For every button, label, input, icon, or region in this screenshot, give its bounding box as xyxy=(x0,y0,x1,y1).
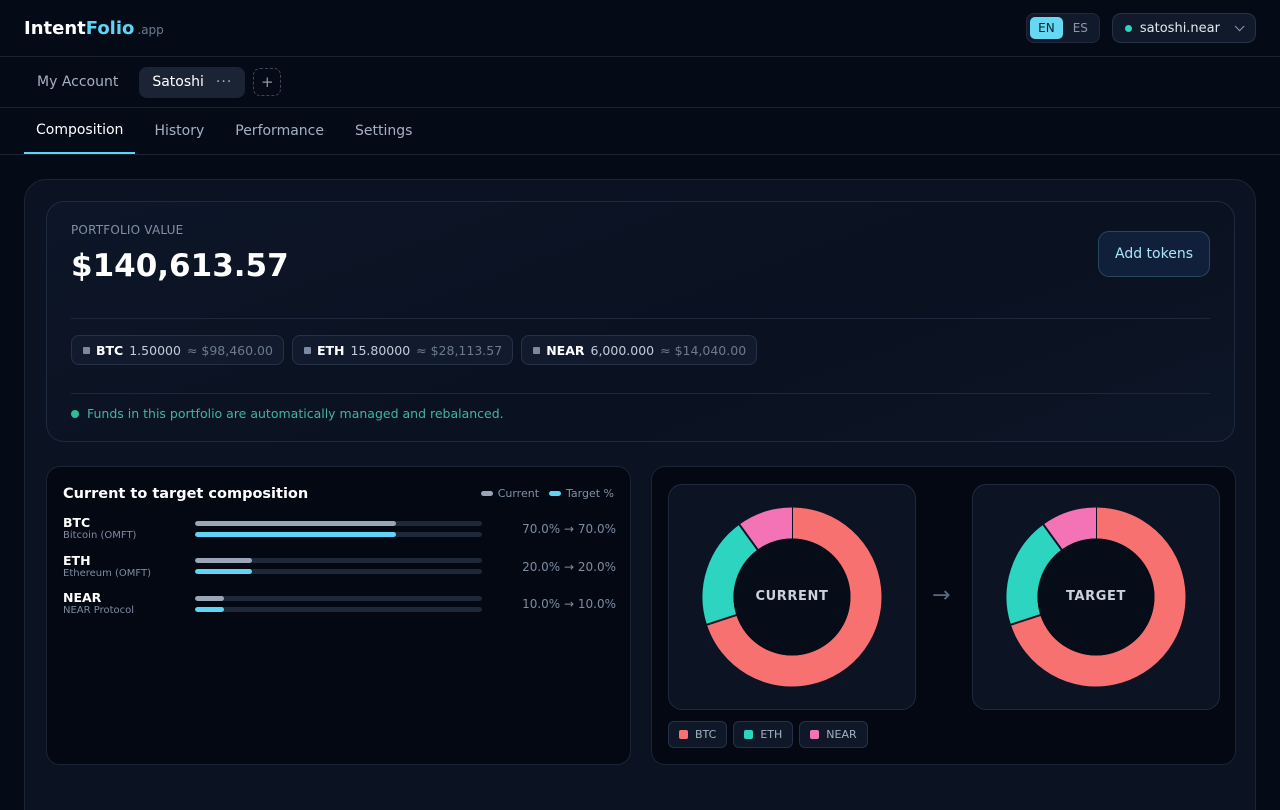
legend-target: Target % xyxy=(549,487,614,500)
holdings-list: BTC 1.50000 ≈ $98,460.00 ETH 15.80000 ≈ … xyxy=(71,335,758,365)
current-bar-track xyxy=(195,596,482,601)
legend-near[interactable]: NEAR xyxy=(799,721,868,748)
portfolio-value: $140,613.57 xyxy=(71,248,289,284)
asset-symbol: BTC xyxy=(63,515,91,530)
lang-en-button[interactable]: EN xyxy=(1030,17,1063,39)
tab-performance[interactable]: Performance xyxy=(223,108,336,154)
portfolio-tab-satoshi[interactable]: Satoshi ··· xyxy=(139,66,246,98)
portfolio-tab-label: Satoshi xyxy=(152,74,204,90)
tab-composition[interactable]: Composition xyxy=(24,108,136,154)
donut-panel: CURRENT → TARGET BTC ETH NEAR xyxy=(651,466,1236,765)
current-bar-track xyxy=(195,558,482,563)
holding-amount: 1.50000 xyxy=(129,342,181,358)
asset-name: NEAR Protocol xyxy=(63,605,135,616)
current-bar xyxy=(195,521,396,526)
current-donut-card: CURRENT xyxy=(668,484,916,710)
composition-row-eth: ETH Ethereum (OMFT) 20.0% → 20.0% xyxy=(63,553,616,583)
holding-usd: ≈ $14,040.00 xyxy=(660,342,747,358)
holding-chip-near: NEAR 6,000.000 ≈ $14,040.00 xyxy=(521,335,758,365)
brand-tld: .app xyxy=(137,22,164,37)
account-name: satoshi.near xyxy=(1139,20,1220,36)
legend-eth[interactable]: ETH xyxy=(733,721,794,748)
legend-swatch xyxy=(679,730,688,739)
target-donut-label: TARGET xyxy=(1066,589,1126,604)
allocation-percent: 20.0% → 20.0% xyxy=(522,560,616,574)
legend-swatch xyxy=(744,730,754,739)
plus-icon: + xyxy=(260,73,274,91)
chevron-down-icon xyxy=(1234,20,1245,31)
section-tabs: Composition History Performance Settings xyxy=(0,108,1280,155)
asset-name: Bitcoin (OMFT) xyxy=(63,530,137,541)
composition-panel: Current to target composition Current Ta… xyxy=(46,466,631,765)
legend-swatch xyxy=(810,730,820,739)
language-toggle: EN ES xyxy=(1026,13,1100,43)
managed-notice: Funds in this portfolio are automaticall… xyxy=(71,406,504,421)
target-bar xyxy=(195,607,224,612)
composition-row-btc: BTC Bitcoin (OMFT) 70.0% → 70.0% xyxy=(63,515,616,545)
brand-name: IntentFolio xyxy=(24,17,135,39)
current-donut-label: CURRENT xyxy=(755,589,829,604)
current-bar xyxy=(195,558,253,563)
donut-slice-near xyxy=(739,507,793,551)
add-portfolio-button[interactable]: + xyxy=(253,68,282,96)
composition-row-near: NEAR NEAR Protocol 10.0% → 10.0% xyxy=(63,590,616,620)
portfolio-value-label: PORTFOLIO VALUE xyxy=(71,223,184,237)
legend-btc[interactable]: BTC xyxy=(668,721,728,748)
top-header: IntentFolio .app EN ES satoshi.near xyxy=(0,0,1280,57)
target-donut-card: TARGET xyxy=(972,484,1220,710)
holding-usd: ≈ $98,460.00 xyxy=(186,342,273,358)
my-account-tab[interactable]: My Account xyxy=(24,68,131,96)
target-bar-track xyxy=(195,569,482,574)
legend-current-swatch xyxy=(480,491,493,496)
asset-name: Ethereum (OMFT) xyxy=(63,568,152,579)
holding-usd: ≈ $28,113.57 xyxy=(416,342,503,358)
composition-legend: Current Target % xyxy=(480,487,614,500)
target-bar xyxy=(195,569,253,574)
target-bar-track xyxy=(195,607,482,612)
portfolio-value-card: PORTFOLIO VALUE $140,613.57 Add tokens B… xyxy=(46,201,1235,442)
holding-amount: 15.80000 xyxy=(350,342,411,358)
more-options-icon[interactable]: ··· xyxy=(216,74,232,90)
holding-chip-btc: BTC 1.50000 ≈ $98,460.00 xyxy=(71,335,284,365)
current-bar-track xyxy=(195,521,482,526)
token-marker-icon xyxy=(533,346,541,354)
allocation-percent: 70.0% → 70.0% xyxy=(522,522,616,536)
current-bar xyxy=(195,596,224,601)
donut-legend: BTC ETH NEAR xyxy=(668,721,868,748)
token-marker-icon xyxy=(83,346,90,354)
account-menu-button[interactable]: satoshi.near xyxy=(1111,13,1256,43)
status-dot-icon xyxy=(71,409,79,418)
account-tabs: My Account Satoshi ··· + xyxy=(0,57,1280,108)
allocation-percent: 10.0% → 10.0% xyxy=(522,597,616,611)
target-bar-track xyxy=(195,532,482,537)
composition-title: Current to target composition xyxy=(63,486,309,502)
divider xyxy=(71,393,1210,394)
tab-history[interactable]: History xyxy=(142,108,216,154)
lang-es-button[interactable]: ES xyxy=(1065,17,1096,39)
holding-symbol: BTC xyxy=(96,342,124,358)
donut-slice-near xyxy=(1043,507,1097,551)
holding-symbol: ETH xyxy=(316,342,345,358)
app-logo[interactable]: IntentFolio .app xyxy=(24,18,164,39)
asset-symbol: NEAR xyxy=(63,590,102,605)
asset-symbol: ETH xyxy=(63,553,91,568)
holding-symbol: NEAR xyxy=(546,342,585,358)
main-panel: PORTFOLIO VALUE $140,613.57 Add tokens B… xyxy=(24,179,1256,810)
legend-current: Current xyxy=(480,487,539,500)
token-marker-icon xyxy=(303,346,311,354)
legend-target-swatch xyxy=(549,491,562,496)
holding-amount: 6,000.000 xyxy=(590,342,655,358)
tab-settings[interactable]: Settings xyxy=(343,108,424,154)
divider xyxy=(71,318,1210,319)
target-bar xyxy=(195,532,396,537)
holding-chip-eth: ETH 15.80000 ≈ $28,113.57 xyxy=(291,335,514,365)
add-tokens-button[interactable]: Add tokens xyxy=(1098,231,1210,277)
connected-status-dot xyxy=(1124,24,1132,32)
arrow-right-icon: → xyxy=(932,583,951,608)
managed-notice-text: Funds in this portfolio are automaticall… xyxy=(87,406,504,421)
